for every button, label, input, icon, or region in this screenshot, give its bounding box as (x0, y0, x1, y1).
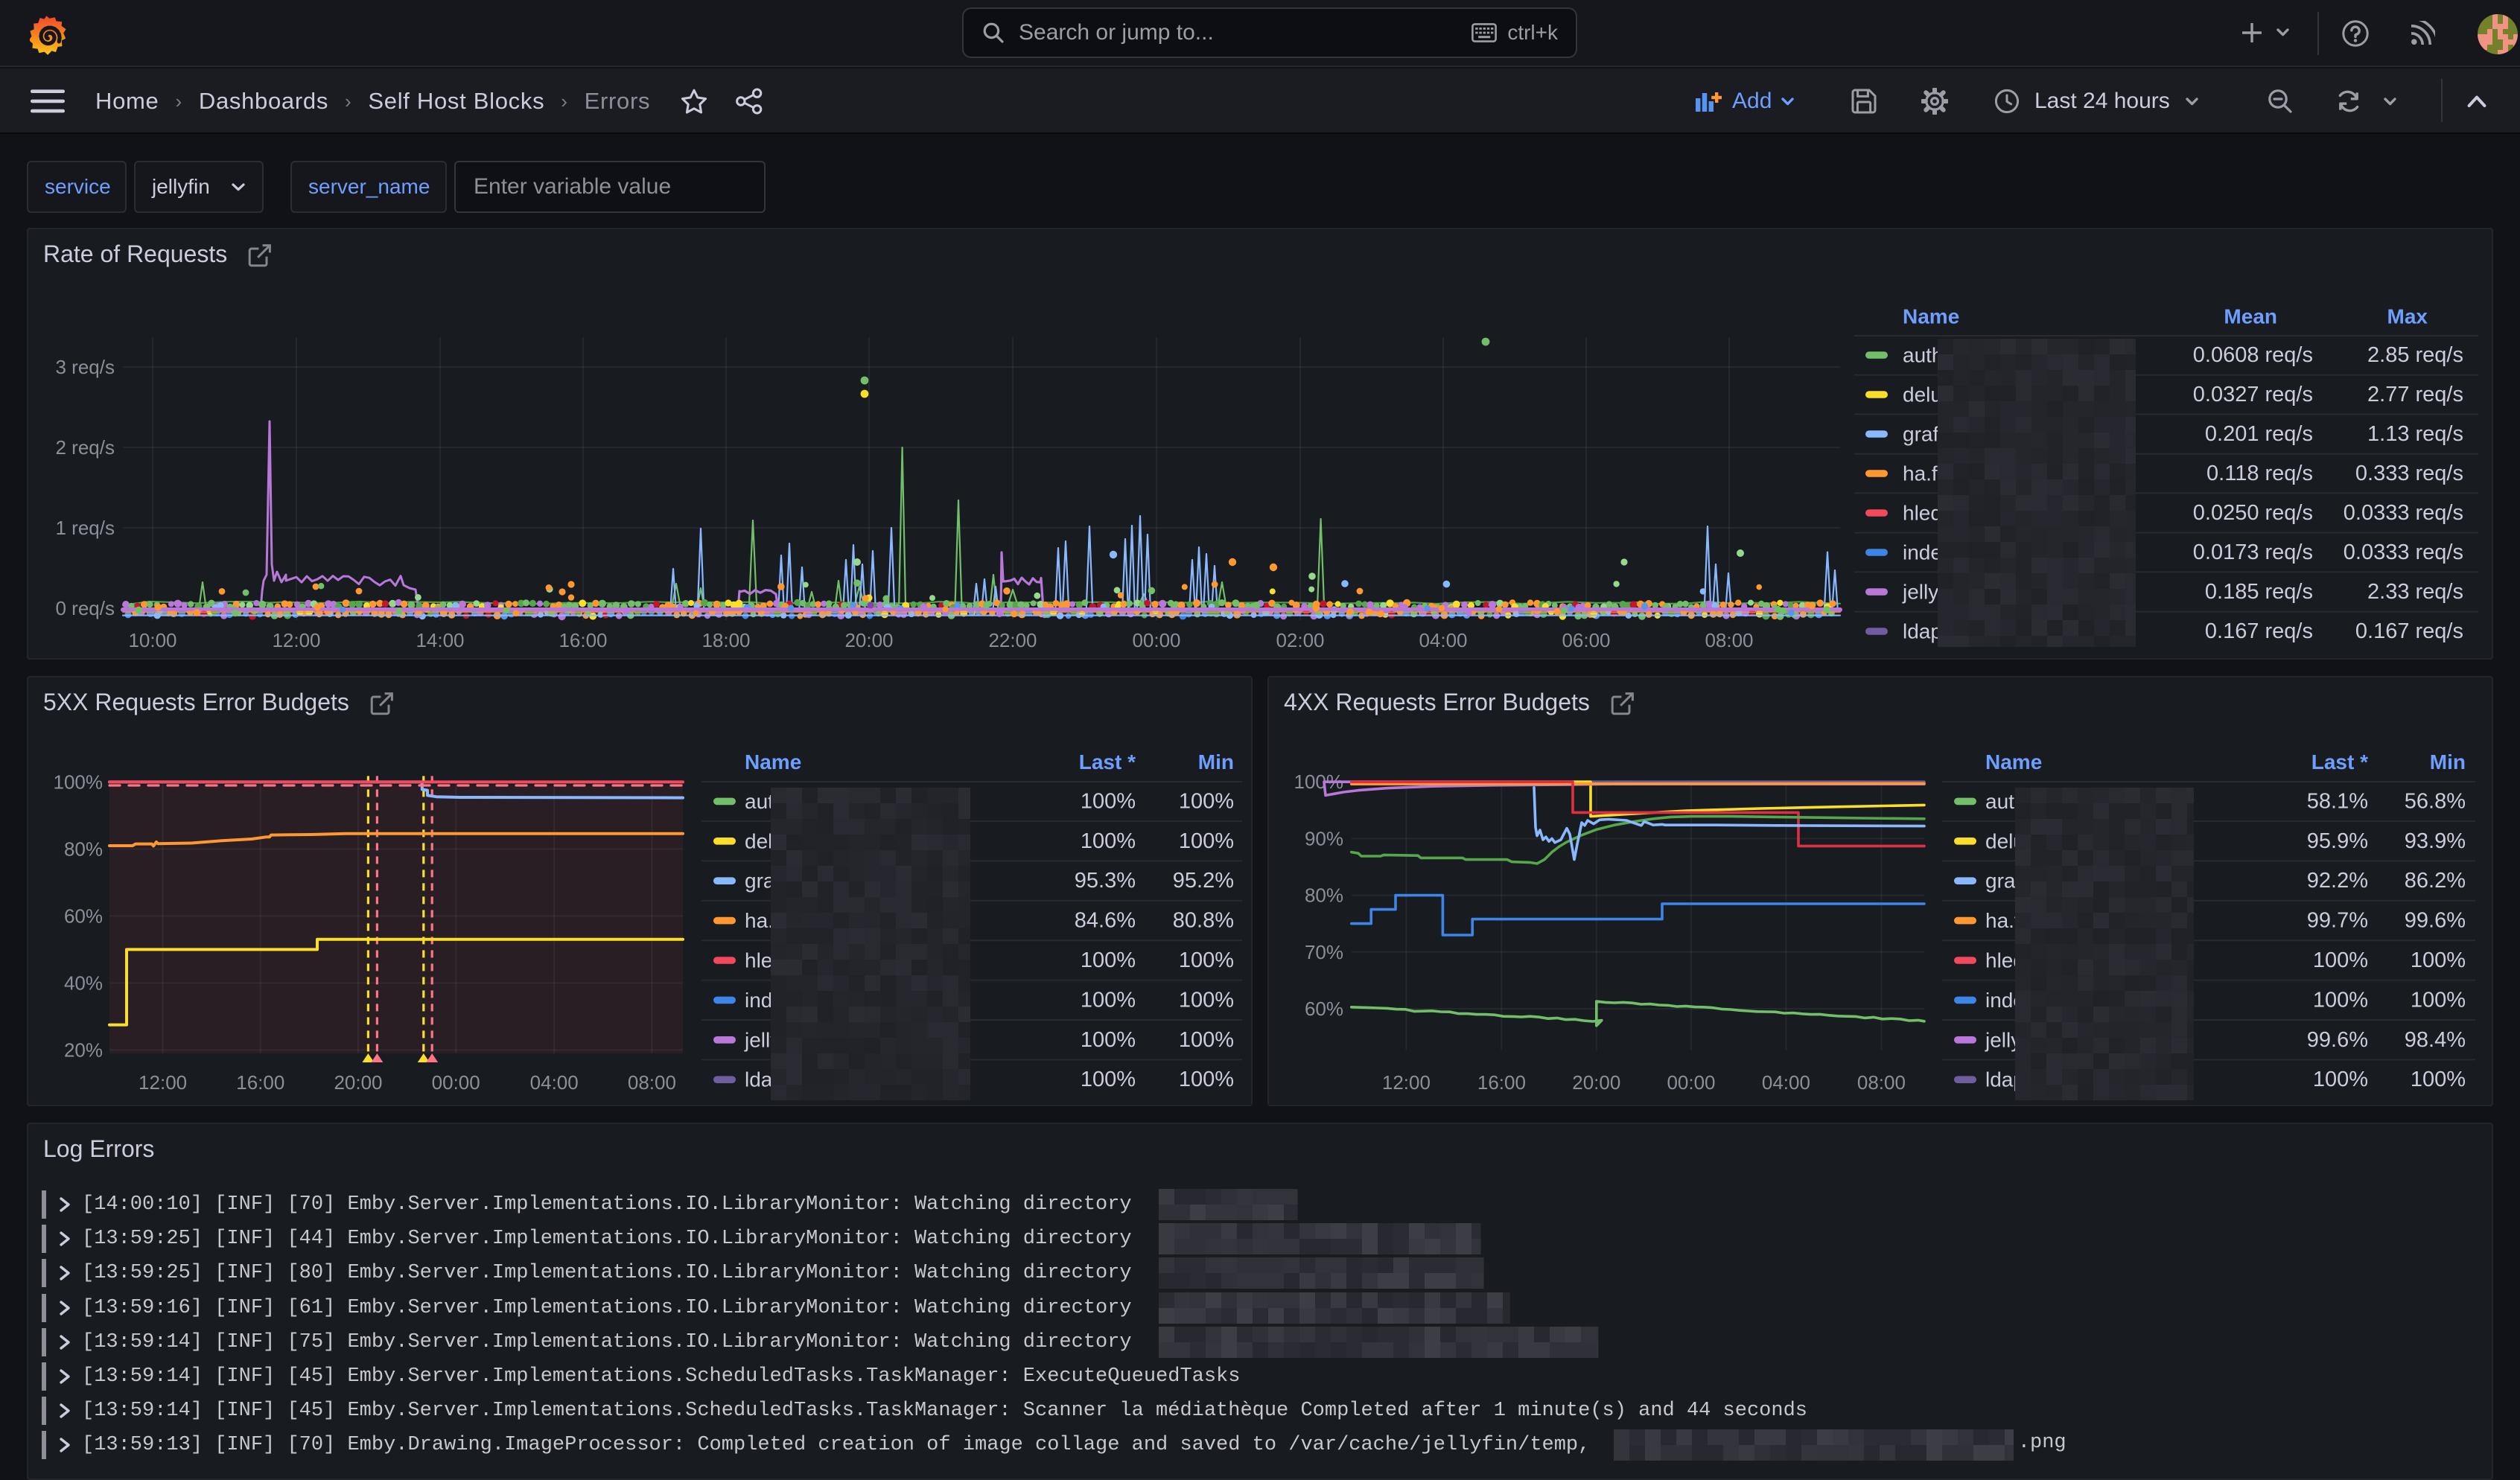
svg-text:Min: Min (2430, 750, 2466, 774)
svg-text:93.9%: 93.9% (2405, 829, 2466, 853)
svg-text:18:00: 18:00 (701, 629, 750, 651)
svg-text:95.9%: 95.9% (2307, 829, 2368, 853)
svg-text:70%: 70% (1305, 941, 1343, 963)
svg-text:Name: Name (1985, 750, 2042, 774)
svg-text:80%: 80% (1305, 884, 1343, 907)
svg-text:99.7%: 99.7% (2307, 909, 2368, 933)
svg-text:0.167 req/s: 0.167 req/s (2205, 619, 2313, 643)
svg-text:100%: 100% (1081, 789, 1136, 813)
svg-text:100%: 100% (1179, 789, 1234, 813)
svg-text:16:00: 16:00 (236, 1071, 284, 1094)
svg-text:2.33 req/s: 2.33 req/s (2367, 580, 2463, 604)
svg-text:0.0608 req/s: 0.0608 req/s (2193, 343, 2313, 367)
svg-text:Last *: Last * (1079, 750, 1136, 774)
svg-text:100%: 100% (2411, 1068, 2466, 1091)
svg-text:04:00: 04:00 (1762, 1071, 1810, 1094)
svg-text:60%: 60% (64, 905, 103, 927)
svg-text:0.333 req/s: 0.333 req/s (2355, 462, 2463, 485)
svg-text:92.2%: 92.2% (2307, 869, 2368, 893)
svg-text:2.77 req/s: 2.77 req/s (2367, 383, 2463, 406)
svg-text:98.4%: 98.4% (2405, 1028, 2466, 1052)
svg-text:100%: 100% (1081, 829, 1136, 853)
svg-text:0.201 req/s: 0.201 req/s (2205, 422, 2313, 446)
svg-text:Last *: Last * (2311, 750, 2368, 774)
svg-text:0.185 req/s: 0.185 req/s (2205, 580, 2313, 604)
svg-text:0.0250 req/s: 0.0250 req/s (2193, 501, 2313, 525)
svg-text:100%: 100% (2313, 948, 2368, 972)
svg-text:00:00: 00:00 (432, 1071, 480, 1094)
svg-text:Max: Max (2387, 305, 2428, 328)
svg-text:00:00: 00:00 (1132, 629, 1180, 651)
svg-text:Mean: Mean (2224, 305, 2277, 328)
svg-text:80.8%: 80.8% (1173, 909, 1234, 933)
svg-text:04:00: 04:00 (530, 1071, 579, 1094)
svg-text:100%: 100% (1179, 1028, 1234, 1052)
svg-text:20%: 20% (64, 1039, 103, 1061)
svg-text:08:00: 08:00 (1705, 629, 1753, 651)
svg-text:0.0173 req/s: 0.0173 req/s (2193, 540, 2313, 564)
svg-text:86.2%: 86.2% (2405, 869, 2466, 893)
svg-text:0.0333 req/s: 0.0333 req/s (2344, 540, 2463, 564)
svg-text:100%: 100% (54, 771, 104, 793)
svg-text:80%: 80% (64, 838, 103, 860)
svg-text:0.0333 req/s: 0.0333 req/s (2344, 501, 2463, 525)
svg-text:08:00: 08:00 (628, 1071, 676, 1094)
svg-text:100%: 100% (2411, 948, 2466, 972)
svg-text:0.118 req/s: 0.118 req/s (2206, 462, 2313, 485)
svg-text:100%: 100% (1179, 829, 1234, 853)
svg-text:00:00: 00:00 (1667, 1071, 1715, 1094)
svg-text:100%: 100% (1081, 948, 1136, 972)
svg-text:2 req/s: 2 req/s (56, 436, 115, 459)
svg-text:02:00: 02:00 (1276, 629, 1324, 651)
svg-text:40%: 40% (64, 972, 103, 994)
svg-text:99.6%: 99.6% (2307, 1028, 2368, 1052)
svg-text:100%: 100% (1179, 948, 1234, 972)
svg-text:100%: 100% (1179, 1068, 1234, 1091)
svg-text:16:00: 16:00 (559, 629, 607, 651)
svg-text:Name: Name (745, 750, 801, 774)
svg-text:100%: 100% (1081, 1028, 1136, 1052)
svg-text:12:00: 12:00 (272, 629, 320, 651)
svg-text:10:00: 10:00 (128, 629, 176, 651)
svg-text:95.3%: 95.3% (1075, 869, 1136, 893)
svg-text:Name: Name (1903, 305, 1959, 328)
svg-text:1.13 req/s: 1.13 req/s (2367, 422, 2463, 446)
svg-text:100%: 100% (1081, 988, 1136, 1012)
svg-text:1 req/s: 1 req/s (56, 517, 115, 539)
svg-text:100%: 100% (2411, 988, 2466, 1012)
svg-text:20:00: 20:00 (1572, 1071, 1620, 1094)
svg-text:22:00: 22:00 (988, 629, 1037, 651)
svg-text:60%: 60% (1305, 998, 1343, 1020)
svg-text:12:00: 12:00 (1382, 1071, 1431, 1094)
svg-text:Min: Min (1198, 750, 1234, 774)
svg-text:12:00: 12:00 (139, 1071, 187, 1094)
svg-text:08:00: 08:00 (1857, 1071, 1906, 1094)
svg-text:95.2%: 95.2% (1173, 869, 1234, 893)
svg-text:100%: 100% (2313, 1068, 2368, 1091)
svg-text:0.167 req/s: 0.167 req/s (2355, 619, 2463, 643)
svg-text:16:00: 16:00 (1477, 1071, 1526, 1094)
svg-text:0.0327 req/s: 0.0327 req/s (2193, 383, 2313, 406)
svg-text:99.6%: 99.6% (2405, 909, 2466, 933)
svg-text:84.6%: 84.6% (1075, 909, 1136, 933)
svg-text:56.8%: 56.8% (2405, 789, 2466, 813)
svg-text:3 req/s: 3 req/s (56, 356, 115, 378)
svg-text:100%: 100% (2313, 988, 2368, 1012)
svg-text:58.1%: 58.1% (2307, 789, 2368, 813)
svg-text:20:00: 20:00 (844, 629, 893, 651)
svg-text:2.85 req/s: 2.85 req/s (2367, 343, 2463, 367)
svg-text:0 req/s: 0 req/s (56, 597, 115, 619)
svg-text:04:00: 04:00 (1419, 629, 1467, 651)
svg-text:100%: 100% (1081, 1068, 1136, 1091)
svg-text:90%: 90% (1305, 827, 1343, 849)
svg-text:100%: 100% (1179, 988, 1234, 1012)
svg-text:20:00: 20:00 (334, 1071, 382, 1094)
svg-text:14:00: 14:00 (416, 629, 464, 651)
svg-text:06:00: 06:00 (1562, 629, 1610, 651)
